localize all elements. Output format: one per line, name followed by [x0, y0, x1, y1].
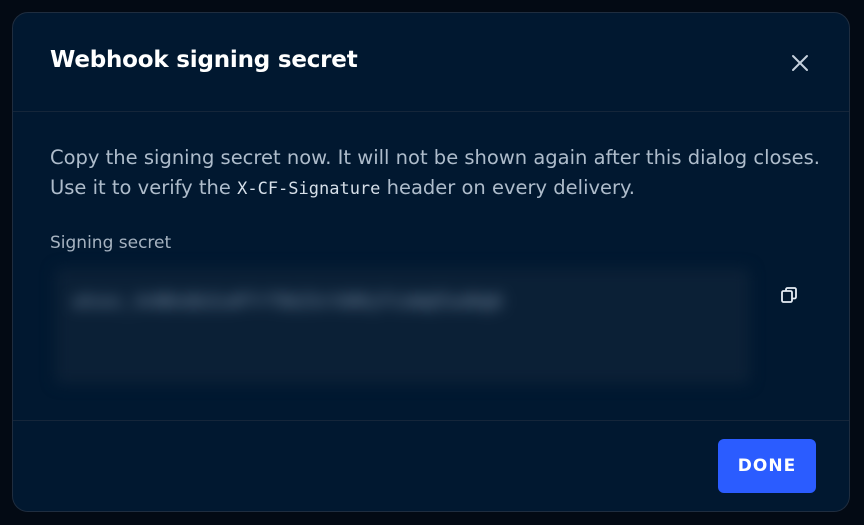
dialog-footer: DONE	[13, 420, 849, 511]
dialog: Webhook signing secret Copy the signing …	[12, 12, 850, 512]
dialog-body: Copy the signing secret now. It will not…	[50, 143, 820, 204]
dialog-description: Copy the signing secret now. It will not…	[50, 143, 820, 204]
dialog-header: Webhook signing secret	[13, 13, 849, 112]
close-icon	[792, 55, 808, 71]
signing-secret-label: Signing secret	[50, 233, 172, 253]
dialog-title: Webhook signing secret	[50, 47, 358, 73]
copy-icon	[781, 287, 797, 303]
description-text-end: header on every delivery.	[380, 176, 636, 199]
signature-header-code: X-CF-Signature	[237, 179, 381, 199]
close-button[interactable]	[786, 49, 814, 77]
done-button[interactable]: DONE	[718, 439, 816, 493]
copy-button[interactable]	[777, 283, 801, 307]
signing-secret-value: whsec_4vN8xQk2LmP7rT9bZ3cYdH6jF1sWqE5uA0…	[73, 292, 503, 312]
signing-secret-field[interactable]: whsec_4vN8xQk2LmP7rT9bZ3cYdH6jF1sWqE5uA0…	[55, 268, 750, 384]
